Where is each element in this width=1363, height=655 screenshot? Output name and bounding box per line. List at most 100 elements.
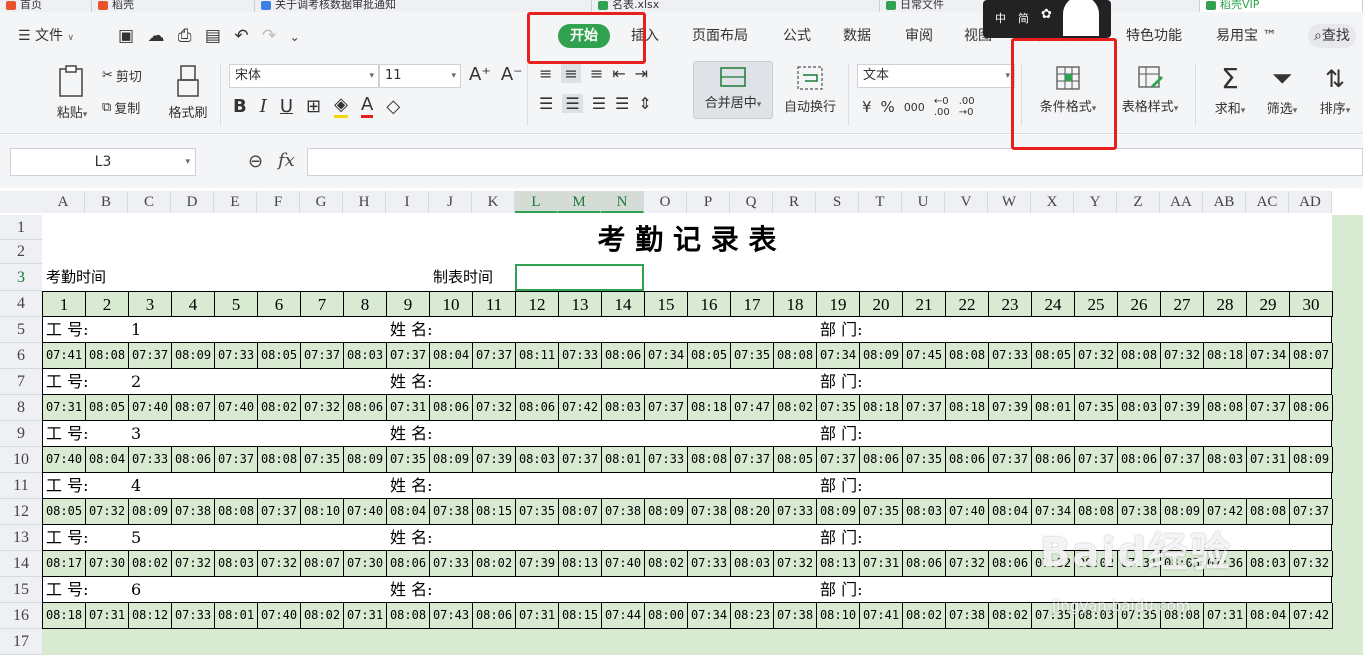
clock-in-time-cell[interactable]: 08:08 bbox=[774, 343, 817, 369]
day-number-cell[interactable]: 24 bbox=[1032, 291, 1075, 317]
clock-in-time-cell[interactable]: 08:05 bbox=[43, 499, 86, 525]
clock-in-time-cell[interactable]: 07:33 bbox=[172, 603, 215, 629]
clock-in-time-cell[interactable]: 08:08 bbox=[1118, 343, 1161, 369]
clock-in-time-cell[interactable]: 08:09 bbox=[430, 447, 473, 473]
paste-button[interactable]: 粘贴▾ bbox=[50, 64, 94, 121]
search-button[interactable]: ⌕查找 bbox=[1308, 24, 1356, 48]
clock-in-time-cell[interactable]: 07:39 bbox=[473, 447, 516, 473]
clock-in-time-cell[interactable]: 07:32 bbox=[946, 551, 989, 577]
align-middle-icon[interactable]: ≡ bbox=[561, 64, 581, 83]
clock-in-time-cell[interactable]: 07:33 bbox=[774, 499, 817, 525]
clock-in-time-cell[interactable]: 08:03 bbox=[731, 551, 774, 577]
column-header[interactable]: M bbox=[558, 191, 601, 213]
wrap-text-button[interactable]: 自动换行 bbox=[779, 64, 841, 115]
sort-button[interactable]: ⇅ 排序▾ bbox=[1311, 64, 1359, 117]
column-header[interactable]: AD bbox=[1289, 191, 1332, 213]
clock-in-time-cell[interactable]: 08:04 bbox=[86, 447, 129, 473]
clock-in-time-cell[interactable]: 08:20 bbox=[731, 499, 774, 525]
employee-id-label[interactable]: 工 号: bbox=[46, 577, 88, 603]
clock-in-time-cell[interactable]: 07:39 bbox=[989, 395, 1032, 421]
column-header[interactable]: A bbox=[42, 191, 85, 213]
employee-name-label[interactable]: 姓 名: bbox=[390, 369, 432, 395]
row-header[interactable]: 9 bbox=[0, 421, 42, 447]
clock-in-time-cell[interactable]: 08:18 bbox=[946, 395, 989, 421]
sheet-title[interactable]: 考 勤 记 录 表 bbox=[42, 215, 1332, 264]
clock-in-time-cell[interactable]: 08:23 bbox=[731, 603, 774, 629]
clock-in-time-cell[interactable]: 07:41 bbox=[860, 603, 903, 629]
column-header[interactable]: L bbox=[515, 191, 558, 213]
decrease-decimal-icon[interactable]: .00 →0 bbox=[959, 96, 975, 118]
employee-dept-label[interactable]: 部 门: bbox=[820, 577, 862, 603]
clock-in-time-cell[interactable]: 07:32 bbox=[258, 551, 301, 577]
clock-in-time-cell[interactable]: 07:37 bbox=[731, 447, 774, 473]
clock-in-time-cell[interactable]: 08:18 bbox=[43, 603, 86, 629]
column-header[interactable]: J bbox=[429, 191, 472, 213]
row-header[interactable]: 14 bbox=[0, 551, 42, 577]
clock-in-time-cell[interactable]: 07:37 bbox=[1075, 447, 1118, 473]
day-number-cell[interactable]: 10 bbox=[430, 291, 473, 317]
employee-id-label[interactable]: 工 号: bbox=[46, 473, 88, 499]
row-header[interactable]: 13 bbox=[0, 525, 42, 551]
clock-in-time-cell[interactable]: 08:03 bbox=[602, 395, 645, 421]
employee-dept-label[interactable]: 部 门: bbox=[820, 525, 862, 551]
clock-in-time-cell[interactable]: 07:32 bbox=[1290, 551, 1333, 577]
document-tab[interactable]: 关于调考核数据审批通知 bbox=[255, 0, 592, 12]
employee-id-value[interactable]: 5 bbox=[131, 525, 141, 551]
clock-in-time-cell[interactable]: 08:18 bbox=[1204, 343, 1247, 369]
fx-icon[interactable]: fx bbox=[278, 150, 295, 171]
employee-dept-label[interactable]: 部 门: bbox=[820, 317, 862, 343]
clock-in-time-cell[interactable]: 08:06 bbox=[387, 551, 430, 577]
day-number-cell[interactable]: 16 bbox=[688, 291, 731, 317]
clock-in-time-cell[interactable]: 08:04 bbox=[387, 499, 430, 525]
clock-in-time-cell[interactable]: 07:33 bbox=[215, 343, 258, 369]
clock-in-time-cell[interactable]: 08:05 bbox=[774, 447, 817, 473]
day-number-cell[interactable]: 27 bbox=[1161, 291, 1204, 317]
day-number-cell[interactable]: 9 bbox=[387, 291, 430, 317]
clock-in-time-cell[interactable]: 08:08 bbox=[387, 603, 430, 629]
clock-in-time-cell[interactable]: 07:35 bbox=[731, 343, 774, 369]
clock-in-time-cell[interactable]: 07:37 bbox=[989, 447, 1032, 473]
employee-name-label[interactable]: 姓 名: bbox=[390, 473, 432, 499]
clock-in-time-cell[interactable]: 07:40 bbox=[43, 447, 86, 473]
employee-id-value[interactable]: 4 bbox=[131, 473, 141, 499]
clock-in-time-cell[interactable]: 07:33 bbox=[645, 447, 688, 473]
clock-in-time-cell[interactable]: 08:12 bbox=[129, 603, 172, 629]
clock-in-time-cell[interactable]: 07:35 bbox=[516, 499, 559, 525]
tab-page-layout[interactable]: 页面布局 bbox=[692, 24, 748, 48]
font-name-select[interactable]: 宋体 ▾ bbox=[229, 64, 379, 88]
copy-button[interactable]: ⧉ 复制 bbox=[102, 98, 140, 117]
clock-in-time-cell[interactable]: 07:33 bbox=[129, 447, 172, 473]
clock-in-time-cell[interactable]: 07:35 bbox=[1075, 395, 1118, 421]
clock-in-time-cell[interactable]: 08:00 bbox=[645, 603, 688, 629]
clock-in-time-cell[interactable]: 07:34 bbox=[1247, 343, 1290, 369]
clock-in-time-cell[interactable]: 08:03 bbox=[903, 499, 946, 525]
clock-in-time-cell[interactable]: 07:37 bbox=[473, 343, 516, 369]
undo-icon[interactable]: ↶ bbox=[234, 26, 248, 46]
font-size-select[interactable]: 11 ▾ bbox=[379, 64, 461, 88]
clock-in-time-cell[interactable]: 08:08 bbox=[1204, 395, 1247, 421]
employee-name-label[interactable]: 姓 名: bbox=[390, 577, 432, 603]
table-style-button[interactable]: 表格样式▾ bbox=[1112, 64, 1188, 115]
clock-in-time-cell[interactable]: 08:03 bbox=[1118, 395, 1161, 421]
row-header[interactable]: 3 bbox=[0, 264, 42, 291]
clock-in-time-cell[interactable]: 08:06 bbox=[989, 551, 1032, 577]
clock-in-time-cell[interactable]: 08:08 bbox=[215, 499, 258, 525]
clock-in-time-cell[interactable]: 07:33 bbox=[989, 343, 1032, 369]
clock-in-time-cell[interactable]: 08:06 bbox=[344, 395, 387, 421]
column-header[interactable]: AC bbox=[1246, 191, 1289, 213]
clock-in-time-cell[interactable]: 07:33 bbox=[559, 343, 602, 369]
clock-in-time-cell[interactable]: 07:38 bbox=[774, 603, 817, 629]
day-number-cell[interactable]: 1 bbox=[43, 291, 86, 317]
employee-id-value[interactable]: 3 bbox=[131, 421, 141, 447]
underline-icon[interactable]: U bbox=[280, 96, 293, 117]
clock-in-time-cell[interactable]: 07:34 bbox=[688, 603, 731, 629]
day-number-cell[interactable]: 6 bbox=[258, 291, 301, 317]
clock-in-time-cell[interactable]: 07:32 bbox=[172, 551, 215, 577]
employee-id-value[interactable]: 6 bbox=[131, 577, 141, 603]
clock-in-time-cell[interactable]: 07:33 bbox=[688, 551, 731, 577]
justify-icon[interactable]: ☰ bbox=[615, 94, 629, 113]
clock-in-time-cell[interactable]: 07:35 bbox=[301, 447, 344, 473]
clock-in-time-cell[interactable]: 07:40 bbox=[946, 499, 989, 525]
clock-in-time-cell[interactable]: 07:37 bbox=[1247, 395, 1290, 421]
clock-in-time-cell[interactable]: 08:03 bbox=[1247, 551, 1290, 577]
